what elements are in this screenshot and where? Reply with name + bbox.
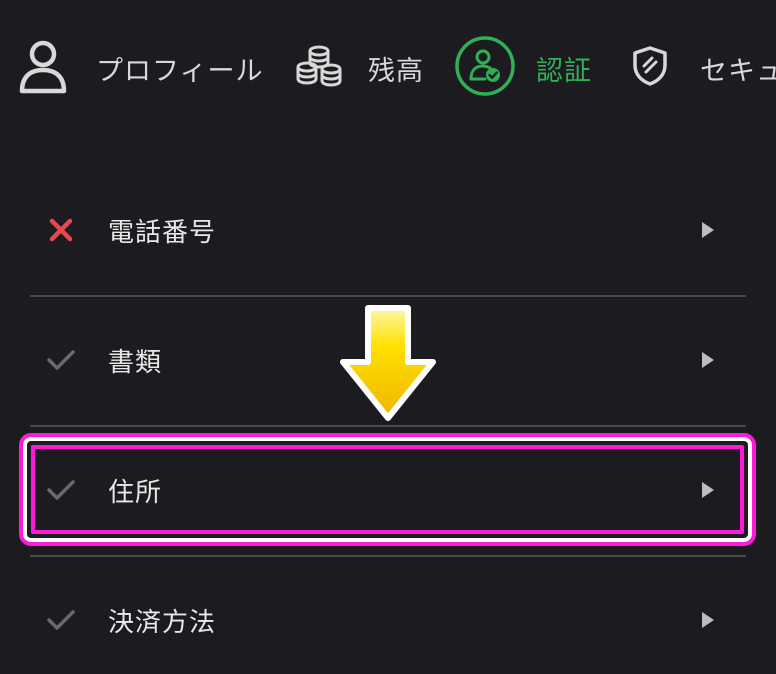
- divider: [30, 295, 746, 297]
- verification-item-documents[interactable]: 書類: [30, 310, 746, 410]
- verification-page: プロフィール 残高 認証 セキュ 電話番号 書類 住所 決済方法: [0, 0, 776, 674]
- verification-item-label: 書類: [108, 347, 163, 378]
- verification-item-payment-method[interactable]: 決済方法: [30, 570, 746, 670]
- chevron-right-icon: [700, 350, 716, 370]
- cross-icon: [46, 215, 76, 245]
- divider: [30, 555, 746, 557]
- check-icon: [46, 345, 76, 375]
- shield-icon: [630, 45, 670, 91]
- chevron-right-icon: [700, 220, 716, 240]
- user-icon: [18, 37, 68, 99]
- tab-verification-label: 認証: [536, 55, 592, 87]
- verification-item-label: 決済方法: [108, 607, 217, 638]
- tab-security[interactable]: セキュ: [630, 36, 776, 100]
- chevron-right-icon: [700, 610, 716, 630]
- tab-balance[interactable]: 残高: [296, 36, 424, 100]
- chevron-right-icon: [700, 480, 716, 500]
- tab-security-label: セキュ: [700, 55, 776, 87]
- tab-balance-label: 残高: [368, 55, 424, 87]
- verification-item-label: 電話番号: [108, 217, 217, 248]
- tab-profile-label: プロフィール: [96, 55, 264, 87]
- check-icon: [46, 605, 76, 635]
- verified-user-icon: [454, 35, 516, 101]
- verification-item-address[interactable]: 住所: [30, 440, 746, 540]
- tab-verification[interactable]: 認証: [454, 36, 592, 100]
- account-tabs: プロフィール 残高 認証 セキュ: [0, 0, 776, 135]
- tab-profile[interactable]: プロフィール: [18, 36, 263, 100]
- verification-item-phone[interactable]: 電話番号: [30, 180, 746, 280]
- check-icon: [46, 475, 76, 505]
- coins-icon: [296, 45, 342, 91]
- divider: [30, 425, 746, 427]
- verification-item-label: 住所: [108, 477, 163, 508]
